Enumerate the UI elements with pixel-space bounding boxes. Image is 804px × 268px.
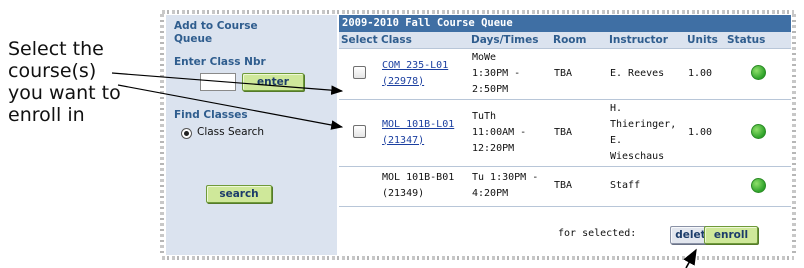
room-cell: TBA	[551, 166, 607, 207]
add-to-course-queue-heading: Add to Course Queue	[174, 20, 258, 45]
torn-edge	[162, 10, 794, 14]
callout-line: Select the	[8, 38, 104, 60]
column-header-class: Class	[379, 32, 469, 49]
select-cell	[339, 99, 379, 167]
torn-edge	[160, 14, 164, 256]
callout-line: course(s)	[8, 60, 97, 82]
column-header-status: Status	[725, 32, 791, 49]
table-row: MOL 101B-B01 (21349) Tu 1:30PM - 4:20PM …	[339, 166, 791, 207]
status-cell	[725, 166, 791, 207]
class-cell: MOL 101B-B01 (21349)	[379, 166, 469, 207]
instructor-text: E.	[610, 134, 623, 146]
torn-edge	[162, 256, 794, 260]
add-to-queue-panel: Add to Course Queue Enter Class Nbr ente…	[166, 15, 337, 255]
torn-edge	[792, 14, 796, 256]
instructor-text: H.	[610, 102, 623, 114]
table-row: COM 235-L01 (22978) MoWe 1:30PM - 2:50PM…	[339, 48, 791, 100]
instructor-cell: Staff	[607, 166, 685, 207]
class-nbr-text: (21349)	[382, 188, 425, 199]
queue-title: 2009-2010 Fall Course Queue	[339, 15, 791, 32]
instruction-callout: Select the course(s) you want to enroll …	[8, 38, 148, 126]
time-text: 12:20PM	[472, 142, 515, 154]
time-text: 4:20PM	[472, 188, 509, 199]
select-cell	[339, 166, 379, 207]
column-header-units: Units	[685, 32, 725, 49]
callout-line: enroll in	[8, 104, 85, 126]
time-text: 1:30PM -	[472, 67, 521, 79]
days-text: MoWe	[472, 51, 497, 63]
select-checkbox[interactable]	[352, 66, 366, 79]
class-cell: COM 235-L01 (22978)	[379, 48, 469, 100]
status-open-icon	[750, 65, 766, 81]
search-button[interactable]: search	[206, 185, 272, 203]
room-cell: TBA	[551, 99, 607, 167]
callout-line: you want to	[8, 82, 121, 104]
class-nbr-link[interactable]: (22978)	[382, 74, 466, 90]
instructor-text: Wieschaus	[610, 150, 665, 162]
class-search-radio[interactable]	[181, 128, 192, 139]
status-cell	[725, 99, 791, 167]
enroll-button[interactable]: enroll	[704, 226, 758, 244]
enter-class-nbr-label: Enter Class Nbr	[174, 56, 266, 68]
time-text: 2:50PM	[472, 83, 509, 95]
class-link[interactable]: COM 235-L01	[382, 58, 466, 74]
enter-button[interactable]: enter	[242, 73, 304, 91]
select-checkbox[interactable]	[352, 125, 366, 138]
column-header-days-times: Days/Times	[469, 32, 551, 49]
time-text: 11:00AM -	[472, 126, 527, 138]
table-header-row: Select Class Days/Times Room Instructor …	[339, 32, 791, 49]
class-cell: MOL 101B-L01 (21347)	[379, 99, 469, 167]
class-nbr-link[interactable]: (21347)	[382, 133, 466, 149]
status-cell	[725, 48, 791, 100]
days-time-text: Tu 1:30PM -	[472, 172, 539, 183]
queue-table: Select Class Days/Times Room Instructor …	[339, 32, 791, 207]
days-times-cell: Tu 1:30PM - 4:20PM	[469, 166, 551, 207]
select-cell	[339, 48, 379, 100]
instructor-cell: H. Thieringer, E. Wieschaus	[607, 99, 685, 167]
instructor-text: Thieringer,	[610, 118, 677, 130]
days-times-cell: MoWe 1:30PM - 2:50PM	[469, 48, 551, 100]
course-queue: 2009-2010 Fall Course Queue Select Class…	[339, 15, 791, 207]
room-cell: TBA	[551, 48, 607, 100]
days-text: TuTh	[472, 110, 497, 122]
units-cell: 1.00	[685, 48, 725, 100]
instructor-cell: E. Reeves	[607, 48, 685, 100]
for-selected-label: for selected:	[558, 228, 637, 239]
units-cell	[685, 166, 725, 207]
column-header-room: Room	[551, 32, 607, 49]
units-cell: 1.00	[685, 99, 725, 167]
table-row: MOL 101B-L01 (21347) TuTh 11:00AM - 12:2…	[339, 99, 791, 167]
column-header-instructor: Instructor	[607, 32, 685, 49]
status-open-icon	[750, 177, 766, 193]
class-search-label[interactable]: Class Search	[197, 126, 264, 138]
status-open-icon	[750, 124, 766, 140]
column-header-select: Select	[339, 32, 379, 49]
class-text: MOL 101B-B01	[382, 172, 455, 183]
class-nbr-input[interactable]	[200, 73, 236, 91]
days-times-cell: TuTh 11:00AM - 12:20PM	[469, 99, 551, 167]
find-classes-label: Find Classes	[174, 109, 248, 121]
class-link[interactable]: MOL 101B-L01	[382, 117, 466, 133]
